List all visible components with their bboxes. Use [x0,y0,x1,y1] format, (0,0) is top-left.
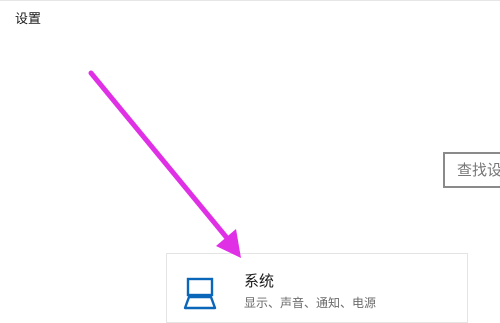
window-top-border [0,0,500,1]
search-input-text: 查找设 [457,161,500,179]
window-title: 设置 [15,12,42,27]
settings-tile-system[interactable]: 系统 显示、声音、通知、电源 [166,253,468,323]
search-input[interactable]: 查找设 [443,152,500,188]
laptop-icon [183,277,217,310]
tile-description: 显示、声音、通知、电源 [244,296,377,310]
tile-title: 系统 [244,272,275,290]
